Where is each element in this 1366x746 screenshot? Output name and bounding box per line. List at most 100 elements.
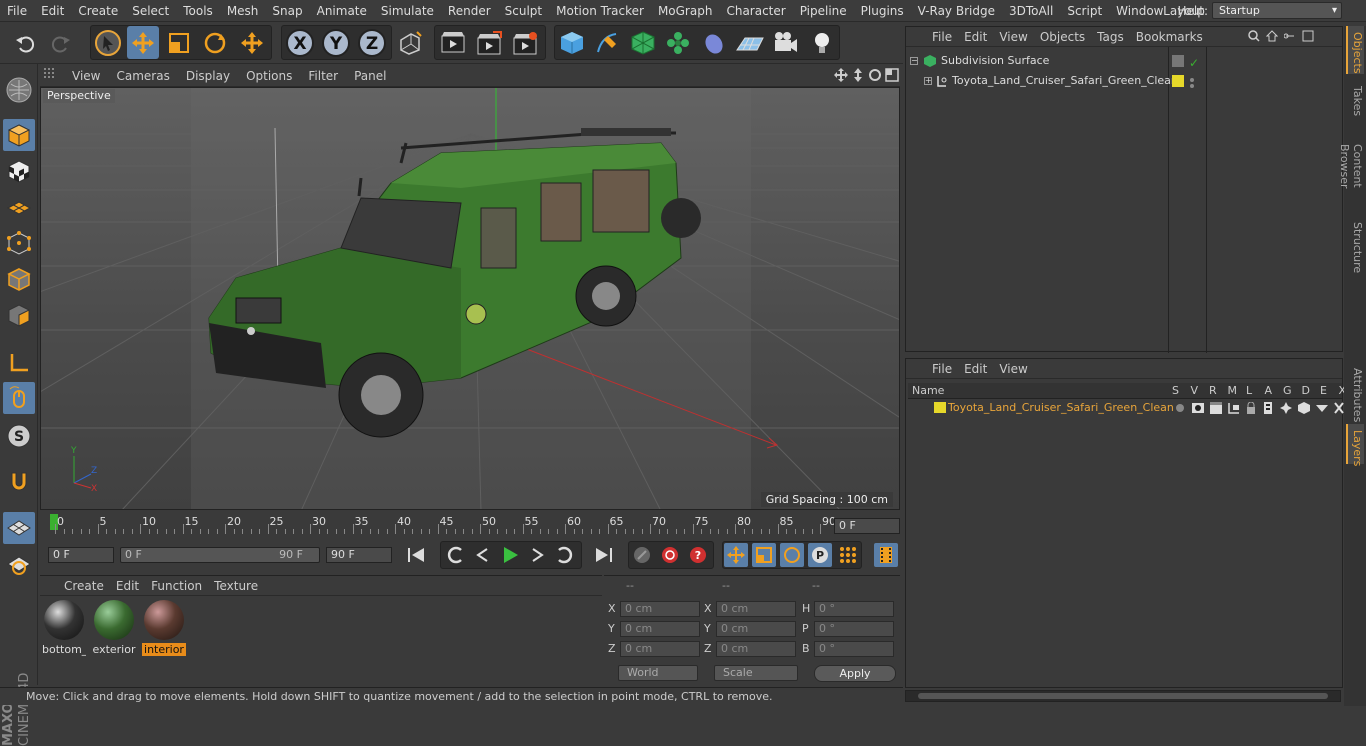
tab-layers[interactable]: Layers [1346, 424, 1364, 466]
go-to-end-icon[interactable] [592, 543, 616, 567]
layer-column-m[interactable]: M [1228, 383, 1238, 399]
workplane-icon[interactable] [3, 191, 35, 223]
rotate-icon[interactable] [199, 26, 231, 59]
object-row-toyota-land-cruiser[interactable]: + Toyota_Land_Cruiser_Safari_Green_Clean [906, 72, 1344, 90]
tab-content-browser[interactable]: Content Browser [1338, 120, 1364, 212]
maximize-view-icon[interactable] [885, 68, 899, 84]
layer-menu-file[interactable]: File [926, 362, 958, 376]
layer-row[interactable]: Toyota_Land_Cruiser_Safari_Green_Clean [908, 399, 1344, 420]
lock-icon[interactable] [1245, 401, 1257, 420]
undo-icon[interactable] [10, 26, 42, 59]
visible-eye-icon[interactable] [1192, 402, 1204, 420]
layer-menu-edit[interactable]: Edit [958, 362, 993, 376]
points-mode-icon[interactable] [3, 227, 35, 259]
key-rotation-icon[interactable] [780, 543, 804, 567]
previous-frame-icon[interactable] [471, 543, 495, 567]
render-clapper-icon[interactable] [1210, 402, 1222, 420]
animation-icon[interactable] [1264, 402, 1272, 420]
viewport-menu-panel[interactable]: Panel [346, 69, 394, 83]
texture-mode-icon[interactable] [3, 155, 35, 187]
viewport-menu-options[interactable]: Options [238, 69, 300, 83]
coordinate-system-icon[interactable] [394, 26, 426, 59]
menu-character[interactable]: Character [719, 0, 792, 22]
light-icon[interactable] [806, 26, 838, 59]
object-menu-view[interactable]: View [993, 30, 1033, 44]
next-keyframe-icon[interactable] [553, 543, 577, 567]
tab-attributes[interactable]: Attributes [1346, 362, 1364, 422]
render-to-picture-viewer-icon[interactable] [473, 26, 505, 59]
name-column-header[interactable]: Name [912, 383, 944, 399]
transform-icon[interactable] [236, 26, 268, 59]
record-active-objects-icon[interactable] [658, 543, 682, 567]
horizontal-scrollbar[interactable] [905, 690, 1341, 702]
layer-column-a[interactable]: A [1265, 383, 1273, 399]
subdivision-surface-icon[interactable] [627, 26, 659, 59]
collapse-icon[interactable]: − [910, 57, 918, 65]
menu-motion-tracker[interactable]: Motion Tracker [549, 0, 651, 22]
viewport-menu-cameras[interactable]: Cameras [108, 69, 177, 83]
layer-column-l[interactable]: L [1246, 383, 1252, 399]
expand-icon[interactable] [1302, 30, 1314, 45]
menu-animate[interactable]: Animate [310, 0, 374, 22]
pen-spline-icon[interactable] [591, 26, 623, 59]
deformers-icon[interactable] [1298, 402, 1310, 420]
end-frame-field[interactable]: 90 F [326, 547, 392, 563]
menu-mograph[interactable]: MoGraph [651, 0, 720, 22]
enabled-check-icon[interactable]: ✓ [1189, 54, 1199, 72]
search-icon[interactable] [1248, 30, 1260, 45]
expressions-icon[interactable] [1316, 402, 1328, 420]
apply-button[interactable]: Apply [814, 665, 896, 682]
play-icon[interactable] [498, 543, 522, 567]
menu-simulate[interactable]: Simulate [374, 0, 441, 22]
tab-takes[interactable]: Takes [1346, 80, 1364, 120]
menu-file[interactable]: File [0, 0, 34, 22]
menu-script[interactable]: Script [1060, 0, 1109, 22]
current-frame-field[interactable]: 0 F [834, 518, 900, 534]
generators-icon[interactable] [1280, 402, 1292, 420]
cube-icon[interactable] [556, 26, 588, 59]
previous-keyframe-icon[interactable] [443, 543, 467, 567]
home-icon[interactable] [1265, 30, 1279, 45]
coordinate-space-dropdown[interactable]: World [618, 665, 698, 681]
planar-workplane-icon[interactable] [3, 548, 35, 580]
timeline-ruler[interactable]: 0 5 10 15 20 25 30 35 40 45 50 55 60 65 70 75 80 85 90 [40, 512, 900, 534]
record-keys-disabled-icon[interactable] [630, 543, 654, 567]
material-menu-create[interactable]: Create [58, 579, 110, 593]
key-parameter-icon[interactable]: P [808, 543, 832, 567]
viewport-menu-filter[interactable]: Filter [300, 69, 346, 83]
layer-column-v[interactable]: V [1191, 383, 1199, 399]
object-menu-file[interactable]: File [926, 30, 958, 44]
menu-select[interactable]: Select [125, 0, 176, 22]
redo-icon[interactable] [44, 26, 76, 59]
edges-mode-icon[interactable] [3, 263, 35, 295]
coordinate-value-field[interactable]: 0 cm [620, 641, 700, 657]
menu-plugins[interactable]: Plugins [854, 0, 911, 22]
layer-column-r[interactable]: R [1209, 383, 1217, 399]
layer-column-s[interactable]: S [1172, 383, 1179, 399]
object-menu-edit[interactable]: Edit [958, 30, 993, 44]
floor-icon[interactable] [734, 26, 766, 59]
render-settings-icon[interactable] [509, 26, 541, 59]
viewport-menu-view[interactable]: View [64, 69, 108, 83]
material-menu-function[interactable]: Function [145, 579, 208, 593]
zoom-view-icon[interactable] [851, 68, 865, 84]
menu-window[interactable]: Window [1109, 0, 1170, 22]
material-interior[interactable]: interior [142, 600, 186, 658]
menu-tools[interactable]: Tools [176, 0, 220, 22]
layer-column-g[interactable]: G [1283, 383, 1292, 399]
coordinate-value-field[interactable]: 0 ° [814, 621, 894, 637]
axis-mode-icon[interactable] [3, 347, 35, 379]
object-menu-tags[interactable]: Tags [1091, 30, 1130, 44]
menu-3dtoall[interactable]: 3DToAll [1002, 0, 1060, 22]
manager-icon[interactable] [1228, 402, 1240, 420]
pan-view-icon[interactable] [834, 68, 848, 84]
menu-edit[interactable]: Edit [34, 0, 71, 22]
object-row-subdivision-surface[interactable]: − Subdivision Surface ✓ [906, 52, 1344, 70]
layer-menu-view[interactable]: View [993, 362, 1033, 376]
key-position-icon[interactable] [724, 543, 748, 567]
object-menu-bookmarks[interactable]: Bookmarks [1130, 30, 1209, 44]
model-mode-icon[interactable] [3, 119, 35, 151]
coordinate-value-field[interactable]: 0 cm [620, 621, 700, 637]
tab-objects[interactable]: Objects [1346, 26, 1364, 74]
menu-pipeline[interactable]: Pipeline [793, 0, 854, 22]
